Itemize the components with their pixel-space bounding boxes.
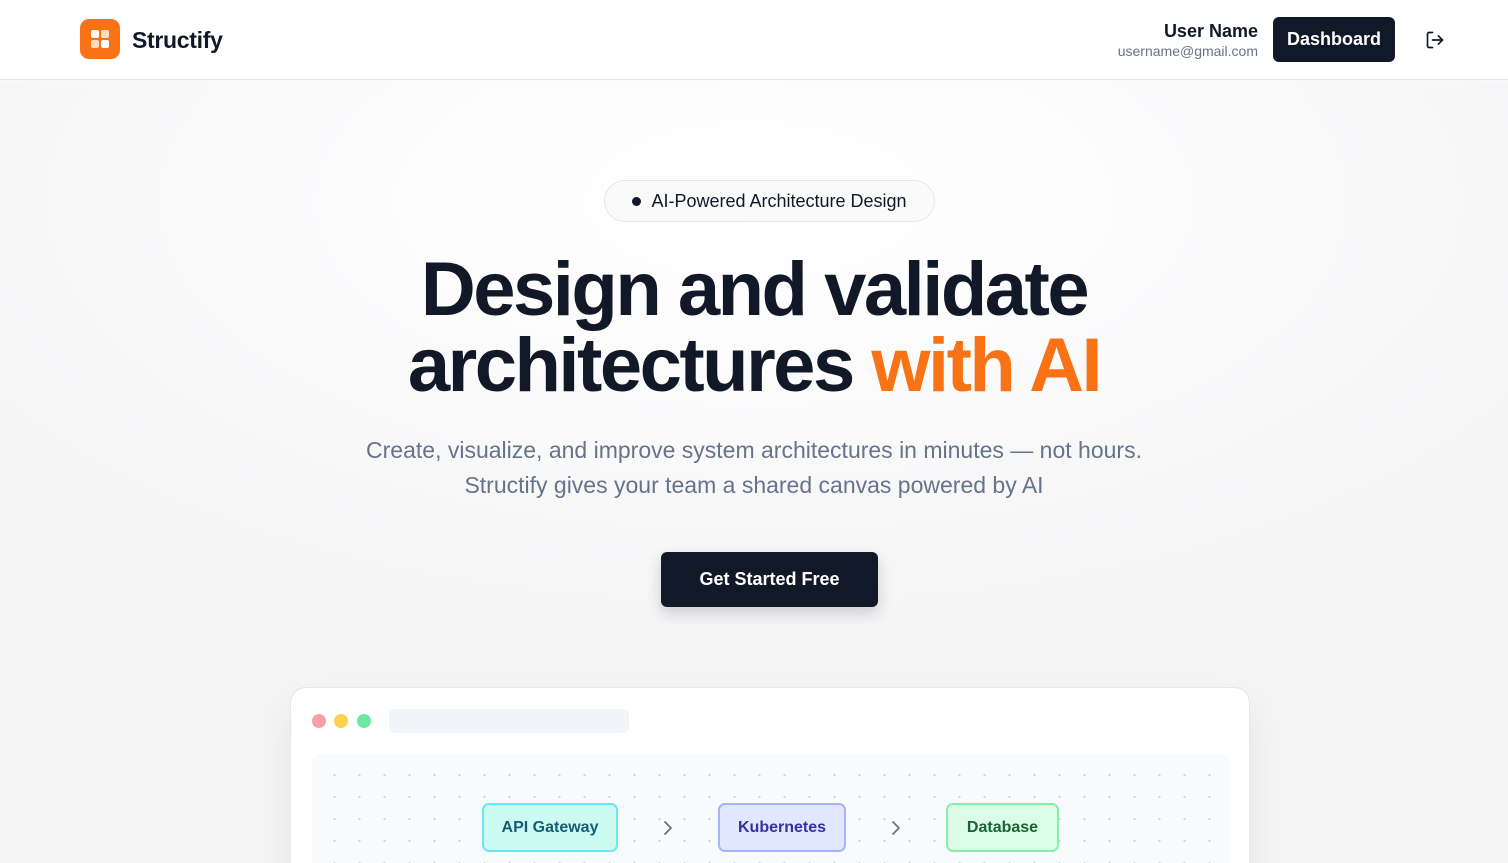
brand-name[interactable]: Structify [132,26,223,54]
hero-subtitle-2: Structify gives your team a shared canva… [464,472,1044,498]
badge-dot [632,196,642,206]
chevron-right-icon [892,821,900,835]
preview-address-bar [389,709,629,733]
landing-page: Structify User Name username@gmail.com D… [0,0,1508,863]
headline-line-2: architectures [407,323,855,408]
window-minimize-dot [334,714,348,728]
window-close-dot [312,714,326,728]
top-nav: Structify User Name username@gmail.com D… [0,0,1508,80]
user-name: User Name [1163,21,1258,41]
user-email: username@gmail.com [1117,43,1258,59]
architecture-preview-window: API Gateway Kubernetes Database [290,687,1250,863]
diagram-canvas: API Gateway Kubernetes Database [312,754,1230,863]
window-maximize-dot [357,714,371,728]
node-api-gateway[interactable]: API Gateway [482,803,618,852]
dashboard-button[interactable]: Dashboard [1273,17,1395,62]
ai-badge: AI-Powered Architecture Design [604,180,935,222]
hero-headline: Design and validate architectures with A… [0,252,1508,404]
get-started-button[interactable]: Get Started Free [661,552,878,607]
hero-subtitle-1: Create, visualize, and improve system ar… [366,437,1142,463]
headline-line-1: Design and validate [420,247,1090,332]
chevron-right-icon [664,821,672,835]
node-kubernetes[interactable]: Kubernetes [718,803,846,852]
headline-accent: with AI [871,323,1102,408]
logo-icon[interactable] [80,19,120,59]
badge-text: AI-Powered Architecture Design [651,190,907,211]
node-database[interactable]: Database [946,803,1059,852]
logout-icon[interactable] [1422,27,1448,53]
